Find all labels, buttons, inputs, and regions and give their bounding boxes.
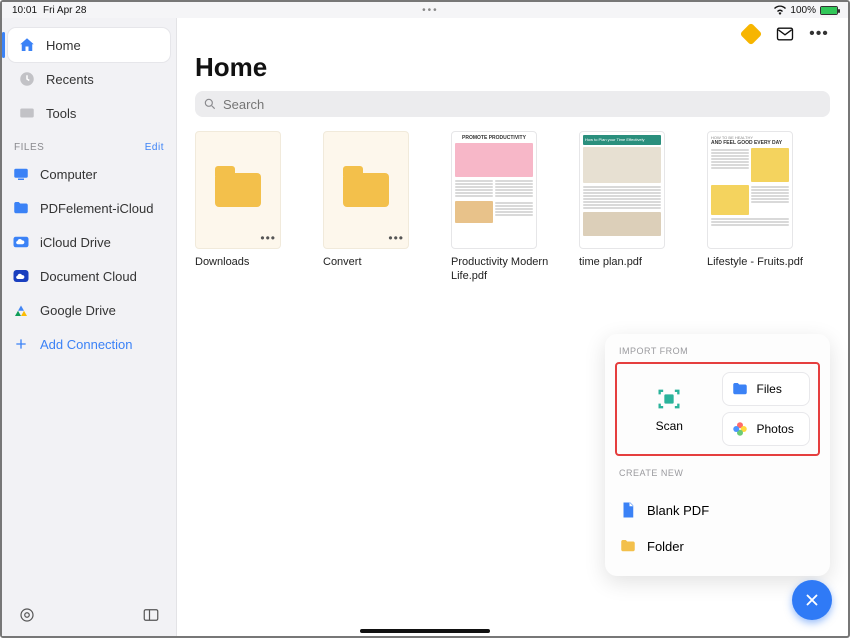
tile-more-button[interactable]: ••• (260, 231, 276, 245)
home-icon (18, 36, 36, 54)
import-from-box: Scan Files Photos (615, 362, 820, 456)
home-indicator[interactable] (360, 629, 490, 633)
tools-icon (18, 104, 36, 122)
sidebar-item-label: Recents (46, 72, 94, 87)
settings-button[interactable] (16, 604, 38, 626)
scan-label: Scan (656, 419, 683, 433)
tile-label: Lifestyle - Fruits.pdf (707, 255, 807, 269)
sidebar-item-icloud-drive[interactable]: iCloud Drive (2, 225, 176, 259)
doc-thumb: HOW TO BE HEALTHY AND FEEL GOOD EVERY DA… (707, 131, 793, 249)
files-section-header: FILES (14, 142, 44, 153)
battery-icon (820, 6, 838, 15)
multitask-dots[interactable]: ••• (86, 5, 774, 16)
close-fab-button[interactable] (792, 580, 832, 620)
folder-icon (12, 199, 30, 217)
search-input[interactable] (223, 97, 822, 112)
doc-headline: PROMOTE PRODUCTIVITY (455, 135, 533, 141)
edit-button[interactable]: Edit (145, 142, 164, 153)
page-title: Home (195, 52, 830, 83)
sidebar-item-home[interactable]: Home (8, 28, 170, 62)
mail-button[interactable] (774, 23, 796, 45)
document-cloud-icon (12, 267, 30, 285)
search-field[interactable] (195, 91, 830, 117)
create-new-label: CREATE NEW (615, 466, 820, 484)
sidebar-item-label: Document Cloud (40, 269, 137, 284)
scan-icon (655, 385, 683, 413)
sidebar-icon (142, 606, 160, 624)
sidebar-add-connection[interactable]: Add Connection (2, 327, 176, 361)
create-folder-button[interactable]: Folder (615, 528, 820, 564)
sidebar-item-recents[interactable]: Recents (8, 62, 170, 96)
tile-label: Convert (323, 255, 423, 269)
more-button[interactable]: ••• (808, 23, 830, 45)
doc-headline: AND FEEL GOOD EVERY DAY (711, 140, 789, 146)
tile-more-button[interactable]: ••• (388, 231, 404, 245)
folder-icon (215, 173, 261, 207)
battery-percent: 100% (790, 5, 816, 16)
sidebar: Home Recents Tools FILES Edit (2, 18, 177, 636)
doc-thumb: How to Plan your Time Effectively (579, 131, 665, 249)
sidebar-item-label: Google Drive (40, 303, 116, 318)
status-time: 10:01 (12, 5, 37, 16)
sidebar-item-label: Home (46, 38, 81, 53)
sidebar-item-label: Add Connection (40, 337, 133, 352)
gear-icon (18, 606, 36, 624)
device-frame: 10:01 Fri Apr 28 ••• 100% Home (0, 0, 850, 638)
sidebar-item-pdfelement-icloud[interactable]: PDFelement-iCloud (2, 191, 176, 225)
computer-icon (12, 165, 30, 183)
grid-tile-folder[interactable]: ••• Convert (323, 131, 423, 284)
import-files-button[interactable]: Files (722, 372, 811, 406)
create-item-label: Folder (647, 539, 684, 554)
files-label: Files (757, 382, 782, 396)
clock-icon (18, 70, 36, 88)
wifi-icon (774, 5, 786, 15)
photos-icon (731, 420, 749, 438)
tile-label: Downloads (195, 255, 295, 269)
grid-tile-doc[interactable]: How to Plan your Time Effectively time p… (579, 131, 679, 284)
status-bar: 10:01 Fri Apr 28 ••• 100% (2, 2, 848, 18)
diamond-icon (740, 23, 763, 46)
import-photos-button[interactable]: Photos (722, 412, 811, 446)
sidebar-item-computer[interactable]: Computer (2, 157, 176, 191)
add-popover: IMPORT FROM Scan Files (605, 334, 830, 576)
sidebar-item-label: iCloud Drive (40, 235, 111, 250)
folder-icon (731, 380, 749, 398)
google-drive-icon (12, 301, 30, 319)
sidebar-item-label: Tools (46, 106, 76, 121)
tile-label: Productivity Modern Life.pdf (451, 255, 551, 284)
create-blank-pdf-button[interactable]: Blank PDF (615, 492, 820, 528)
status-date: Fri Apr 28 (43, 5, 86, 16)
folder-icon (619, 537, 637, 555)
search-icon (203, 97, 217, 111)
file-grid: ••• Downloads ••• Convert PROMOTE PRODUC… (195, 131, 830, 284)
import-from-label: IMPORT FROM (615, 344, 820, 362)
plus-icon (12, 335, 30, 353)
folder-icon (343, 173, 389, 207)
grid-tile-folder[interactable]: ••• Downloads (195, 131, 295, 284)
sidebar-toggle-button[interactable] (140, 604, 162, 626)
close-icon (803, 591, 821, 609)
folder-thumb: ••• (323, 131, 409, 249)
sidebar-item-google-drive[interactable]: Google Drive (2, 293, 176, 327)
blank-pdf-icon (619, 501, 637, 519)
content-area: ••• Home ••• Downloads (177, 18, 848, 636)
doc-thumb: PROMOTE PRODUCTIVITY (451, 131, 537, 249)
folder-thumb: ••• (195, 131, 281, 249)
premium-button[interactable] (740, 23, 762, 45)
mail-icon (775, 24, 795, 44)
sidebar-item-tools[interactable]: Tools (8, 96, 170, 130)
doc-headline: How to Plan your Time Effectively (585, 137, 645, 142)
photos-label: Photos (757, 422, 794, 436)
grid-tile-doc[interactable]: HOW TO BE HEALTHY AND FEEL GOOD EVERY DA… (707, 131, 807, 284)
scan-button[interactable]: Scan (625, 372, 714, 446)
tile-label: time plan.pdf (579, 255, 679, 269)
sidebar-item-label: PDFelement-iCloud (40, 201, 153, 216)
create-item-label: Blank PDF (647, 503, 709, 518)
sidebar-item-document-cloud[interactable]: Document Cloud (2, 259, 176, 293)
sidebar-item-label: Computer (40, 167, 97, 182)
icloud-icon (12, 233, 30, 251)
grid-tile-doc[interactable]: PROMOTE PRODUCTIVITY Productivity Modern… (451, 131, 551, 284)
